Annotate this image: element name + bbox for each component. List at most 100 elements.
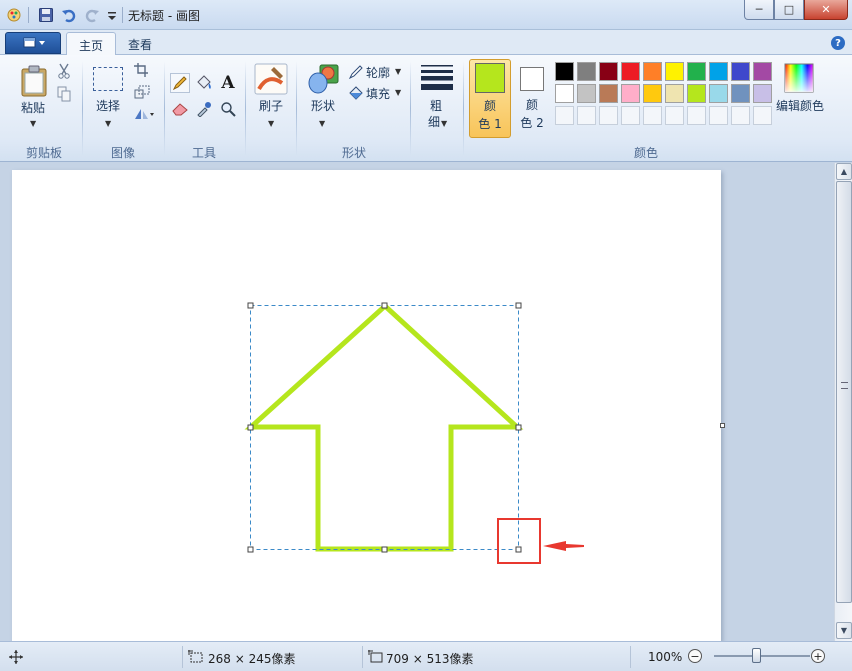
eraser-icon [172, 103, 188, 116]
color-picker-tool[interactable] [194, 99, 214, 119]
palette-swatch[interactable] [709, 62, 728, 81]
paint-app-icon[interactable] [6, 7, 22, 23]
palette-swatch-empty[interactable] [555, 106, 574, 125]
canvas-resize-handle-right[interactable] [720, 423, 725, 428]
palette-swatch[interactable] [555, 84, 574, 103]
scroll-up-button[interactable]: ▲ [836, 163, 852, 180]
copy-icon[interactable] [57, 86, 71, 102]
palette-swatch[interactable] [753, 84, 772, 103]
paste-icon[interactable] [20, 64, 48, 98]
color1-swatch [475, 63, 505, 93]
edit-colors-icon[interactable] [784, 63, 814, 93]
fill-bucket-icon [197, 75, 211, 89]
palette-swatch-empty[interactable] [621, 106, 640, 125]
brushes-button[interactable]: 刷子 [250, 99, 292, 114]
color2-button[interactable]: 颜 色 2 [513, 59, 551, 138]
selection-size-icon [188, 650, 203, 663]
scroll-down-button[interactable]: ▼ [836, 622, 852, 639]
paste-button[interactable]: 粘贴 [14, 101, 52, 116]
palette-swatch-empty[interactable] [709, 106, 728, 125]
palette-swatch-empty[interactable] [753, 106, 772, 125]
palette-swatch[interactable] [599, 84, 618, 103]
palette-swatch[interactable] [687, 84, 706, 103]
palette-swatch[interactable] [753, 62, 772, 81]
paste-dropdown-icon[interactable]: ▼ [30, 119, 36, 128]
line-size-icon[interactable] [420, 64, 454, 90]
fill-dropdown-icon[interactable]: ▼ [395, 88, 401, 97]
palette-swatch-empty[interactable] [643, 106, 662, 125]
palette-swatch[interactable] [577, 84, 596, 103]
palette-swatch[interactable] [687, 62, 706, 81]
tab-view[interactable]: 查看 [116, 32, 164, 56]
select-icon[interactable] [93, 67, 123, 91]
close-button[interactable]: ✕ [804, 0, 848, 20]
tab-home[interactable]: 主页 [66, 32, 117, 56]
select-button[interactable]: 选择 [88, 99, 128, 114]
shapes-button[interactable]: 形状 [302, 99, 344, 114]
size-button-line1[interactable]: 粗 [418, 99, 454, 114]
palette-swatch-empty[interactable] [687, 106, 706, 125]
select-dropdown-icon[interactable]: ▼ [105, 119, 111, 128]
help-icon[interactable]: ? [831, 36, 845, 50]
palette-swatch[interactable] [599, 62, 618, 81]
palette-swatch[interactable] [665, 62, 684, 81]
zoom-slider-thumb[interactable] [752, 648, 761, 663]
vertical-scrollbar[interactable]: ▲ ▼ [834, 163, 852, 641]
customize-quick-access-icon[interactable] [104, 7, 120, 23]
scrollbar-thumb[interactable] [836, 181, 852, 603]
edit-colors-button[interactable]: 编辑颜色 [772, 99, 828, 114]
palette-swatch[interactable] [731, 62, 750, 81]
drawing-canvas[interactable] [12, 170, 721, 641]
color1-button[interactable]: 颜 色 1 [469, 59, 511, 138]
annotation-highlight-box [497, 518, 541, 564]
handle-middle-left [247, 424, 254, 431]
canvas-size-icon [368, 650, 383, 663]
palette-swatch[interactable] [621, 62, 640, 81]
palette-swatch-empty[interactable] [731, 106, 750, 125]
pencil-tool[interactable] [170, 73, 190, 93]
palette-swatch[interactable] [731, 84, 750, 103]
palette-swatch[interactable] [643, 62, 662, 81]
zoom-in-button[interactable]: + [811, 649, 825, 663]
outline-dropdown-icon[interactable]: ▼ [395, 67, 401, 76]
palette-swatch[interactable] [621, 84, 640, 103]
palette-swatch[interactable] [643, 84, 662, 103]
window-title: 无标题 - 画图 [128, 9, 200, 23]
palette-swatch-empty[interactable] [599, 106, 618, 125]
palette-swatch[interactable] [555, 62, 574, 81]
minimize-button[interactable]: ─ [744, 0, 774, 20]
ribbon-tab-row: 主页 查看 ? [0, 30, 852, 56]
fill-tool[interactable] [194, 73, 214, 93]
save-icon[interactable] [38, 7, 54, 23]
size-dropdown-icon[interactable]: ▼ [441, 119, 447, 128]
magnifier-tool[interactable] [218, 99, 238, 119]
palette-swatch-empty[interactable] [577, 106, 596, 125]
shapes-dropdown-icon[interactable]: ▼ [319, 119, 325, 128]
palette-swatch[interactable] [709, 84, 728, 103]
resize-icon[interactable] [134, 85, 150, 99]
palette-swatch[interactable] [665, 84, 684, 103]
redo-icon[interactable] [84, 7, 100, 23]
undo-icon[interactable] [61, 7, 77, 23]
selection-size-text: 268 × 245像素 [208, 652, 296, 666]
outline-button[interactable]: 轮廓 [366, 64, 390, 81]
shapes-icon[interactable] [306, 63, 340, 95]
eraser-tool[interactable] [170, 99, 190, 119]
zoom-in-icon: + [813, 649, 823, 663]
text-tool[interactable]: A [218, 73, 238, 93]
brushes-dropdown-icon[interactable]: ▼ [268, 119, 274, 128]
cursor-position-icon [9, 650, 23, 664]
fill-button[interactable]: 填充 [366, 85, 390, 102]
maximize-button[interactable]: □ [774, 0, 804, 20]
zoom-slider-track[interactable] [714, 655, 810, 657]
arrow-shape [244, 302, 524, 552]
paint-menu-button[interactable] [5, 32, 61, 54]
zoom-out-button[interactable]: − [688, 649, 702, 663]
palette-swatch[interactable] [577, 62, 596, 81]
crop-icon[interactable] [134, 63, 150, 77]
cut-icon[interactable] [57, 63, 71, 79]
rotate-icon[interactable] [133, 107, 155, 121]
palette-swatch-empty[interactable] [665, 106, 684, 125]
zoom-out-icon: − [690, 649, 700, 663]
brush-icon[interactable] [254, 63, 288, 95]
